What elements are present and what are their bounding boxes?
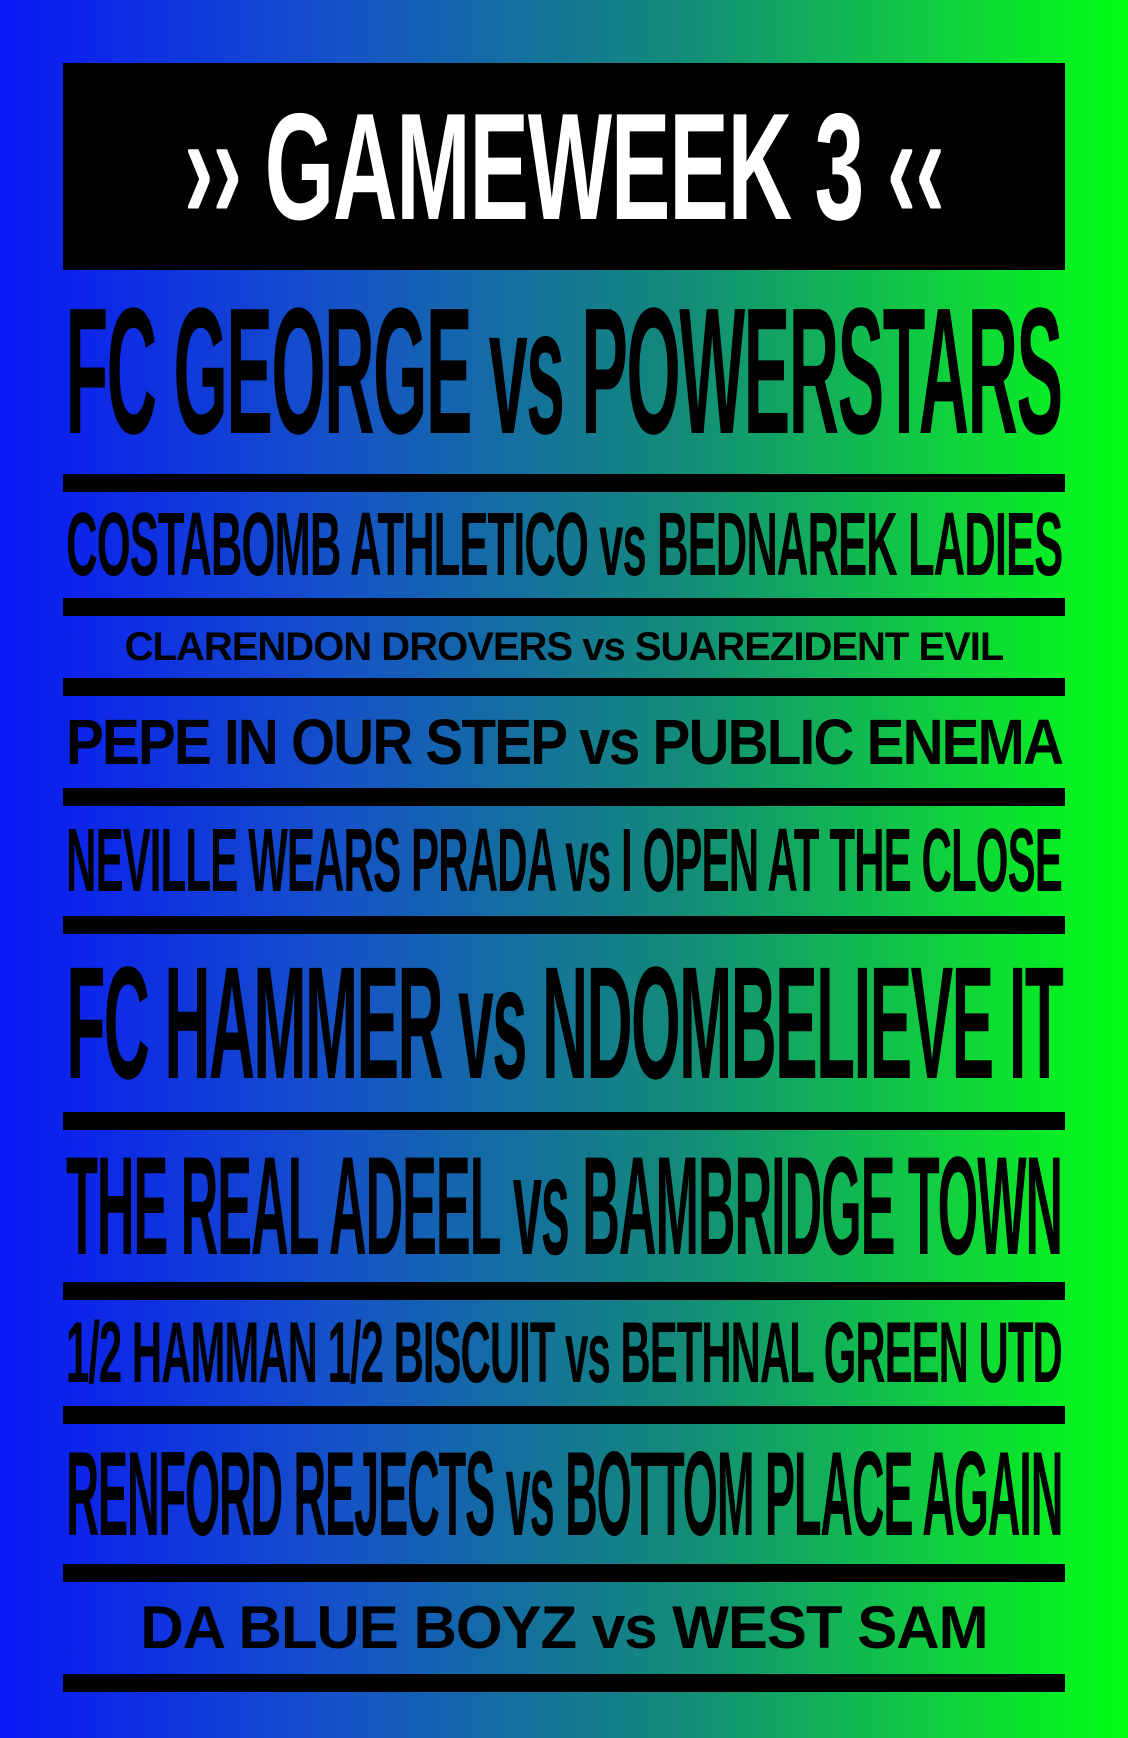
page-title: ›› GAMEWEEK 3 ‹‹ — [184, 81, 945, 252]
versus-label: vs — [457, 933, 527, 1112]
versus-label: vs — [565, 811, 611, 911]
versus-label: vs — [505, 1427, 554, 1561]
fixture-text: FC HAMMER vs NDOMBELIEVE IT — [66, 943, 1063, 1103]
fixture-row: 1/2 HAMMAN 1/2 BISCUIT vs BETHNAL GREEN … — [63, 1300, 1065, 1406]
home-team: DA BLUE BOYZ — [140, 1594, 577, 1661]
fixture-row: RENFORD REJECTS vs BOTTOM PLACE AGAIN — [63, 1424, 1065, 1564]
home-team: RENFORD REJECTS — [66, 1427, 495, 1561]
away-team: POWERSTARS — [581, 271, 1064, 472]
fixture-text: FC GEORGE vs POWERSTARS — [66, 282, 1064, 462]
home-team: CLARENDON DROVERS — [124, 625, 573, 669]
versus-label: vs — [598, 495, 647, 595]
home-team: 1/2 HAMMAN 1/2 BISCUIT — [66, 1305, 555, 1401]
fixture-text: NEVILLE WEARS PRADA vs I OPEN AT THE CLO… — [66, 816, 1063, 906]
divider — [63, 678, 1065, 696]
divider — [63, 916, 1065, 934]
fixture-text: RENFORD REJECTS vs BOTTOM PLACE AGAIN — [66, 1434, 1063, 1554]
home-team: THE REAL ADEEL — [66, 1127, 501, 1284]
home-team: COSTABOMB ATHLETICO — [65, 495, 589, 595]
versus-label: vs — [582, 625, 625, 669]
home-team: FC HAMMER — [66, 933, 443, 1112]
versus-label: vs — [489, 271, 565, 472]
fixture-row: CLARENDON DROVERS vs SUAREZIDENT EVIL — [63, 616, 1065, 678]
divider — [63, 1406, 1065, 1424]
divider — [63, 1674, 1065, 1692]
fixture-row: PEPE IN OUR STEP vs PUBLIC ENEMA — [63, 696, 1065, 788]
fixture-row: NEVILLE WEARS PRADA vs I OPEN AT THE CLO… — [63, 806, 1065, 916]
away-team: PUBLIC ENEMA — [652, 706, 1063, 778]
versus-label: vs — [565, 1305, 611, 1401]
fixture-text: DA BLUE BOYZ vs WEST SAM — [140, 1598, 988, 1658]
home-team: PEPE IN OUR STEP — [65, 706, 567, 778]
fixture-text: THE REAL ADEEL vs BAMBRIDGE TOWN — [66, 1136, 1063, 1276]
versus-label: vs — [512, 1127, 570, 1284]
fixture-text: CLARENDON DROVERS vs SUAREZIDENT EVIL — [124, 625, 1005, 669]
away-team: BETHNAL GREEN UTD — [620, 1305, 1063, 1401]
divider — [63, 598, 1065, 616]
away-team: BOTTOM PLACE AGAIN — [564, 1427, 1063, 1561]
away-team: SUAREZIDENT EVIL — [634, 625, 1004, 669]
divider — [63, 1282, 1065, 1300]
versus-label: vs — [591, 1594, 658, 1661]
gameweek-banner: ›› GAMEWEEK 3 ‹‹ — [63, 63, 1065, 270]
divider — [63, 788, 1065, 806]
fixture-text: COSTABOMB ATHLETICO vs BEDNAREK LADIES — [66, 500, 1063, 590]
fixture-row: FC HAMMER vs NDOMBELIEVE IT — [63, 934, 1065, 1112]
fixture-row: THE REAL ADEEL vs BAMBRIDGE TOWN — [63, 1130, 1065, 1282]
fixture-row: FC GEORGE vs POWERSTARS — [63, 270, 1065, 474]
away-team: BAMBRIDGE TOWN — [582, 1127, 1063, 1284]
versus-label: vs — [579, 706, 640, 778]
away-team: NDOMBELIEVE IT — [541, 933, 1064, 1112]
fixture-text: 1/2 HAMMAN 1/2 BISCUIT vs BETHNAL GREEN … — [66, 1310, 1063, 1396]
home-team: NEVILLE WEARS PRADA — [66, 811, 555, 911]
fixture-text: PEPE IN OUR STEP vs PUBLIC ENEMA — [66, 710, 1064, 774]
fixture-row: DA BLUE BOYZ vs WEST SAM — [63, 1582, 1065, 1674]
away-team: WEST SAM — [672, 1594, 988, 1661]
away-team: BEDNAREK LADIES — [656, 495, 1063, 595]
divider — [63, 1564, 1065, 1582]
home-team: FC GEORGE — [65, 271, 473, 472]
away-team: I OPEN AT THE CLOSE — [621, 811, 1063, 911]
fixture-row: COSTABOMB ATHLETICO vs BEDNAREK LADIES — [63, 492, 1065, 598]
divider — [63, 474, 1065, 492]
